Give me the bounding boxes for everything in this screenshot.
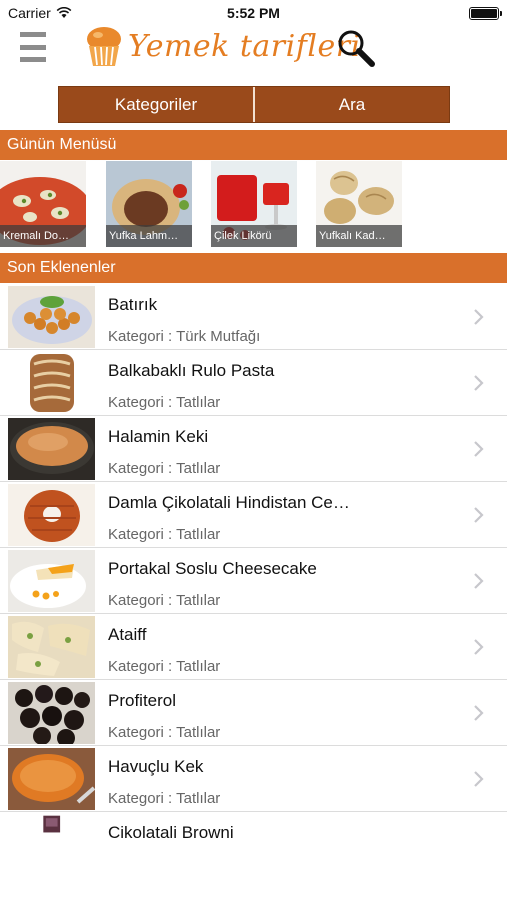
recipe-row[interactable]: Portakal Soslu Cheesecake Kategori : Tat… (0, 548, 507, 614)
menu-card-caption: Kremalı Do… (0, 225, 86, 247)
section-header-daily-menu: Günün Menüsü (0, 130, 507, 160)
menu-card-caption: Yufkalı Kad… (316, 225, 402, 247)
recipe-thumbnail (8, 418, 95, 480)
recipe-row[interactable]: Balkabaklı Rulo Pasta Kategori : Tatlıla… (0, 350, 507, 416)
recipe-category: Kategori : Tatlılar (108, 724, 221, 741)
menu-card[interactable]: Yufkalı Kad… (316, 161, 402, 247)
recipe-thumbnail (8, 748, 95, 810)
recipe-thumbnail (33, 814, 70, 840)
recipe-title: Portakal Soslu Cheesecake (108, 559, 317, 578)
recipe-row[interactable]: Damla Çikolatali Hindistan Ce… Kategori … (0, 482, 507, 548)
menu-card[interactable]: Çilek Likörü (211, 161, 297, 247)
chevron-right-icon (474, 441, 484, 457)
chevron-right-icon (474, 771, 484, 787)
recipe-row[interactable]: Halamin Keki Kategori : Tatlılar (0, 416, 507, 482)
recipe-title: Balkabaklı Rulo Pasta (108, 361, 275, 380)
menu-card-caption: Çilek Likörü (211, 225, 297, 247)
menu-card[interactable]: Kremalı Do… (0, 161, 86, 247)
search-icon[interactable] (334, 26, 378, 70)
recipe-thumbnail (8, 550, 95, 612)
recipe-thumbnail (8, 682, 95, 744)
cupcake-icon (87, 27, 121, 66)
recipe-row[interactable]: Ataiff Kategori : Tatlılar (0, 614, 507, 680)
tab-ara[interactable]: Ara (253, 87, 449, 122)
recipe-category: Kategori : Tatlılar (108, 790, 221, 807)
tab-kategoriler[interactable]: Kategoriler (59, 87, 253, 122)
recipe-thumbnail (8, 484, 95, 546)
recipe-title: Damla Çikolatali Hindistan Ce… (108, 493, 350, 512)
recipe-category: Kategori : Tatlılar (108, 394, 221, 411)
recipe-category: Kategori : Tatlılar (108, 592, 221, 609)
recipe-category: Kategori : Tatlılar (108, 460, 221, 477)
section-header-recent: Son Eklenenler (0, 253, 507, 283)
recipe-title: Havuçlu Kek (108, 757, 204, 776)
recipe-category: Kategori : Türk Mutfağı (108, 328, 261, 345)
chevron-right-icon (474, 375, 484, 391)
recipe-title: Batırık (108, 295, 158, 314)
chevron-right-icon (474, 639, 484, 655)
recipe-thumbnail (8, 286, 95, 348)
app-header: Yemek tarifleri (0, 22, 507, 74)
recipe-row[interactable]: Profiterol Kategori : Tatlılar (0, 680, 507, 746)
recipe-row[interactable]: Havuçlu Kek Kategori : Tatlılar (0, 746, 507, 812)
recipe-category: Kategori : Tatlılar (108, 526, 221, 543)
chevron-right-icon (474, 573, 484, 589)
chevron-right-icon (474, 309, 484, 325)
battery-icon (469, 7, 502, 20)
recipe-thumbnail (8, 352, 95, 414)
recipe-title: Ataiff (108, 625, 147, 644)
recipe-title: Cikolatali Browni (108, 823, 234, 842)
menu-card-caption: Yufka Lahm… (106, 225, 192, 247)
chevron-right-icon (474, 507, 484, 523)
app-logo: Yemek tarifleri (84, 24, 361, 68)
menu-card[interactable]: Yufka Lahm… (106, 161, 192, 247)
recipe-row[interactable]: Batırık Kategori : Türk Mutfağı (0, 284, 507, 350)
recipe-thumbnail (8, 616, 95, 678)
segmented-control: Kategoriler Ara (58, 86, 450, 123)
chevron-right-icon (474, 705, 484, 721)
app-title: Yemek tarifleri (128, 28, 361, 64)
recipe-title: Halamin Keki (108, 427, 209, 446)
recent-recipes-list: Batırık Kategori : Türk Mutfağı Balkabak… (0, 284, 507, 852)
hamburger-menu-icon[interactable] (20, 32, 46, 62)
daily-menu-carousel[interactable]: Kremalı Do… Yufka Lahm… Çilek Likörü Yuf… (0, 161, 507, 247)
clock: 5:52 PM (227, 5, 280, 21)
recipe-category: Kategori : Tatlılar (108, 658, 221, 675)
recipe-row[interactable]: Cikolatali Browni (0, 812, 507, 852)
recipe-title: Profiterol (108, 691, 177, 710)
